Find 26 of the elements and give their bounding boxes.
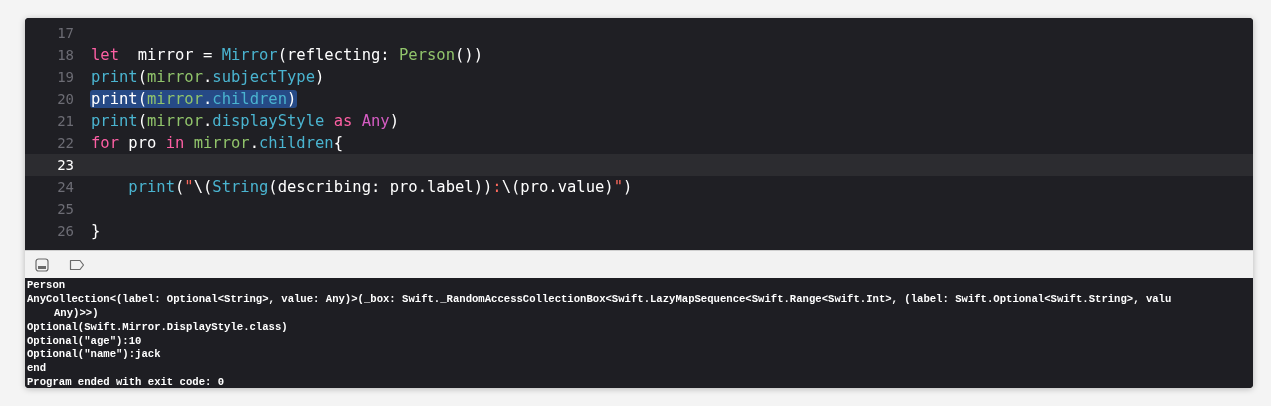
line-number: 25: [56, 201, 74, 217]
line-number: 24: [56, 179, 74, 195]
code-line: print(mirror.displayStyle as Any): [90, 112, 400, 130]
console-output-line: Optional("age"):10: [26, 334, 142, 349]
code-line: let mirror = Mirror(reflecting: Person()): [90, 46, 484, 64]
panel-icon[interactable]: [35, 257, 49, 272]
line-number: 17: [56, 25, 74, 41]
line-number: 20: [56, 91, 74, 107]
line-number: 19: [56, 69, 74, 85]
code-line: print("\(String(describing: pro.label)):\(pro.value)"): [127, 178, 634, 196]
console-output-line: Any)>>): [53, 306, 99, 321]
console-output-line: end: [26, 362, 47, 377]
code-line: }: [90, 222, 102, 240]
line-number: 21: [56, 113, 74, 129]
console-output-line: AnyCollection<(label: Optional<String>, value: Any)>(_box: Swift._RandomAccessCollectionBox<Swift.LazyMapSequence<Swift.Range<Swift.Int>, (label: Swift.Optional<Swift.String>, valu: [26, 292, 1172, 307]
line-number: 26: [56, 223, 74, 239]
code-line: for pro in mirror.children{: [90, 134, 344, 152]
line-number: 22: [56, 135, 74, 151]
console-output-line: Person: [26, 279, 66, 293]
console-output-line: Program ended with exit code: 0: [26, 376, 225, 388]
line-number: 23: [56, 157, 74, 173]
tag-icon[interactable]: [69, 258, 85, 271]
console-output-line: Optional("name"):jack: [26, 348, 161, 363]
code-line: print(mirror.subjectType): [90, 68, 326, 86]
line-number: 18: [56, 47, 74, 63]
console-output-line: Optional(Swift.Mirror.DisplayStyle.class): [26, 320, 288, 335]
